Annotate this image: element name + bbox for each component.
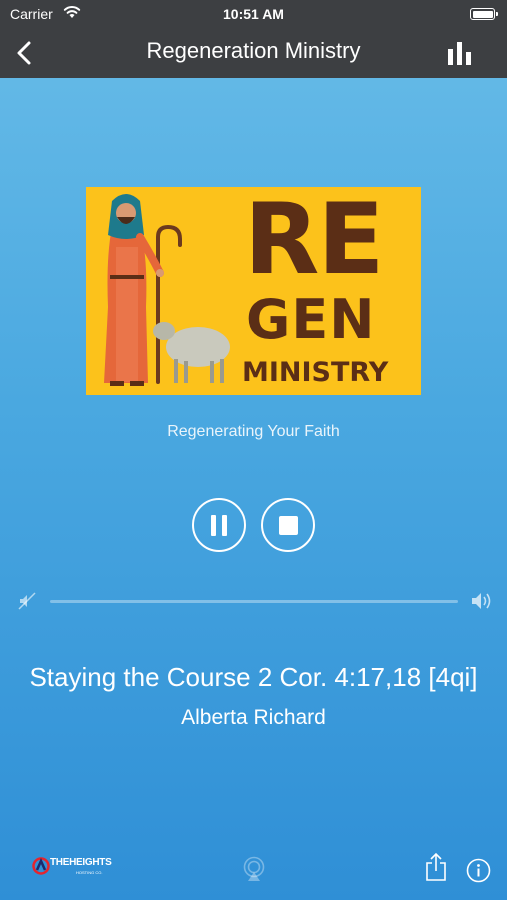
track-artist: Alberta Richard — [181, 706, 326, 729]
volume-mute-icon — [18, 592, 36, 610]
equalizer-icon[interactable] — [447, 40, 473, 66]
volume-up-icon — [472, 593, 491, 609]
stop-icon — [279, 516, 298, 535]
share-icon[interactable] — [424, 852, 448, 882]
station-artwork: RE GEN MINISTRY — [86, 187, 421, 395]
logo-mark-icon — [32, 857, 50, 875]
status-time: 10:51 AM — [223, 6, 284, 22]
pause-button[interactable] — [192, 498, 246, 552]
artwork-text-re: RE — [244, 187, 384, 297]
station-tagline: Regenerating Your Faith — [167, 423, 340, 440]
logo-subtext: HOSTING CO. — [76, 870, 103, 875]
status-bar: Carrier 10:51 AM — [0, 0, 507, 28]
battery-icon — [470, 8, 498, 20]
info-icon[interactable] — [466, 858, 491, 883]
track-title: Staying the Course 2 Cor. 4:17,18 [4qi] — [29, 662, 478, 692]
artwork-text-ministry: MINISTRY — [242, 357, 389, 388]
hosting-logo: THEHEIGHTS HOSTING CO. — [32, 855, 112, 879]
shepherd-illustration — [104, 194, 230, 386]
logo-text: THEHEIGHTS — [50, 857, 112, 868]
volume-slider[interactable] — [50, 600, 458, 603]
navigation-bar: Regeneration Ministry — [0, 28, 507, 78]
airplay-icon[interactable] — [241, 856, 267, 882]
stop-button[interactable] — [261, 498, 315, 552]
page-title: Regeneration Ministry — [146, 38, 361, 63]
artwork-text-gen: GEN — [246, 288, 376, 351]
